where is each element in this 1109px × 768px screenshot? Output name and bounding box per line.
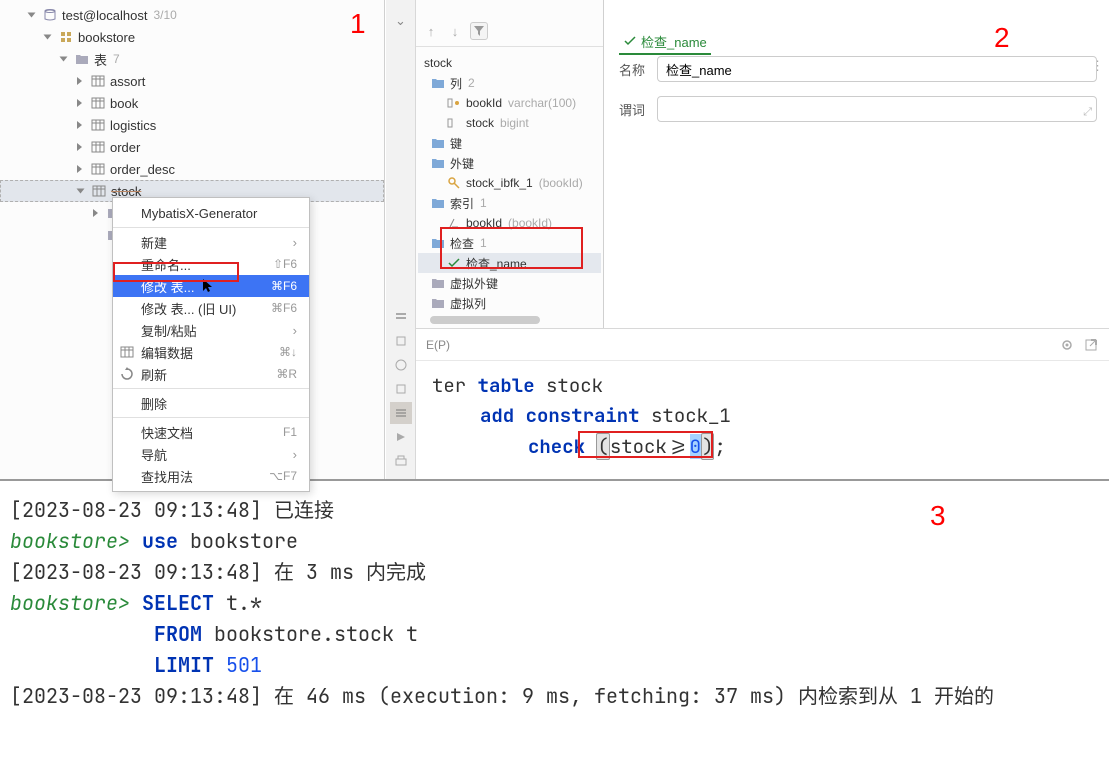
table-order-desc[interactable]: order_desc [0,158,384,180]
check-icon [446,256,462,270]
menu-refresh[interactable]: 刷新⌘R [113,363,309,385]
menu-modify-table-old[interactable]: 修改 表... (旧 UI)⌘F6 [113,297,309,319]
expand-icon[interactable]: ⤢ [1083,106,1092,119]
datasource-root[interactable]: test@localhost 3/10 [0,4,384,26]
toolbar-filter-icon[interactable] [470,22,488,40]
struct-vfkeys-folder[interactable]: 虚拟外键 [418,273,601,293]
predicate-label: 谓词 [619,100,657,119]
folder-icon [430,236,446,250]
sql-editor-panel: E(P) ter table stock add constraint stoc… [416,328,1109,479]
sql-editor-body[interactable]: ter table stock add constraint stock_1 c… [416,361,1109,472]
table-icon [90,161,106,177]
struct-check-1[interactable]: 检查_name [418,253,601,273]
form-tab[interactable]: 检查_name [619,30,711,55]
column-icon [446,116,462,130]
folder-icon [430,156,446,170]
editor-gutter: ⌄ [386,0,416,479]
gutter-btn-2[interactable] [390,330,412,352]
tables-count: 7 [113,52,120,66]
schema-label: bookstore [78,30,135,45]
datasource-count: 3/10 [153,8,176,22]
schema-bookstore[interactable]: bookstore [0,26,384,48]
table-context-menu: MybatisX-Generator 新建› 重命名...⇧F6 修改 表...… [112,197,310,492]
struct-fkeys-folder[interactable]: 外键 [418,153,601,173]
struct-vcols-folder[interactable]: 虚拟列 [418,293,601,313]
struct-columns-folder[interactable]: 列2 [418,73,601,93]
struct-col-bookid[interactable]: bookIdvarchar(100) [418,93,601,113]
toolbar-up-icon[interactable]: ↑ [422,22,440,40]
settings-icon[interactable] [1059,337,1075,353]
key-column-icon [446,96,462,110]
structure-toolbar: ↑ ↓ [416,0,603,47]
struct-checks-folder[interactable]: 检查1 [418,233,601,253]
cursor-icon [203,279,213,293]
table-icon [91,183,107,199]
menu-edit-data[interactable]: 编辑数据⌘↓ [113,341,309,363]
table-icon [90,73,106,89]
check-form-panel: 检查_name ⋮ 名称 谓词 ⤢ [604,0,1109,328]
menu-mybatisx[interactable]: MybatisX-Generator [113,202,309,224]
predicate-input[interactable]: ⤢ [657,96,1097,122]
index-icon [446,216,462,230]
annotation-1: 1 [350,8,366,40]
table-icon [90,95,106,111]
folder-icon [430,276,446,290]
gutter-btn-1[interactable] [390,306,412,328]
menu-new[interactable]: 新建› [113,231,309,253]
table-icon [90,139,106,155]
struct-col-stock[interactable]: stockbigint [418,113,601,133]
folder-icon [430,196,446,210]
table-order[interactable]: order [0,136,384,158]
table-icon [90,117,106,133]
menu-quickdoc[interactable]: 快速文档F1 [113,421,309,443]
struct-idx-1[interactable]: bookId(bookId) [418,213,601,233]
table-icon [119,344,135,360]
menu-delete[interactable]: 删除 [113,392,309,414]
datasource-icon [42,7,58,23]
popout-icon[interactable] [1083,337,1099,353]
editor-header-label: E(P) [426,338,450,352]
name-label: 名称 [619,60,657,79]
refresh-icon [119,366,135,382]
struct-keys-folder[interactable]: 键 [418,133,601,153]
gutter-collapse-icon[interactable]: ⌄ [390,10,412,32]
schema-icon [58,29,74,45]
folder-icon [430,296,446,310]
menu-copy-paste[interactable]: 复制/粘贴› [113,319,309,341]
menu-find-usage[interactable]: 查找用法⌥F7 [113,465,309,487]
menu-rename[interactable]: 重命名...⇧F6 [113,253,309,275]
folder-icon [430,136,446,150]
table-assort[interactable]: assort [0,70,384,92]
folder-icon [430,76,446,90]
menu-navigate[interactable]: 导航› [113,443,309,465]
annotation-2: 2 [994,22,1010,54]
table-logistics[interactable]: logistics [0,114,384,136]
tables-label: 表 [94,50,107,69]
struct-root[interactable]: stock [418,53,601,73]
struct-fk-1[interactable]: stock_ibfk_1(bookId) [418,173,601,193]
tables-folder[interactable]: 表 7 [0,48,384,70]
gutter-btn-4[interactable] [390,378,412,400]
toolbar-down-icon[interactable]: ↓ [446,22,464,40]
structure-scrollbar[interactable] [416,316,603,326]
folder-icon [74,51,90,67]
annotation-3: 3 [930,500,946,532]
gutter-btn-5[interactable] [390,402,412,424]
gutter-btn-6[interactable] [390,426,412,448]
datasource-label: test@localhost [62,8,147,23]
gutter-print-icon[interactable] [390,450,412,472]
menu-modify-table[interactable]: 修改 表...⌘F6 [113,275,309,297]
structure-panel: ↑ ↓ stock 列2 bookIdvarchar(100) stockbig… [416,0,604,328]
check-icon [623,35,637,49]
name-input[interactable] [657,56,1097,82]
struct-indexes-folder[interactable]: 索引1 [418,193,601,213]
key-icon [446,176,462,190]
table-book[interactable]: book [0,92,384,114]
gutter-btn-3[interactable] [390,354,412,376]
